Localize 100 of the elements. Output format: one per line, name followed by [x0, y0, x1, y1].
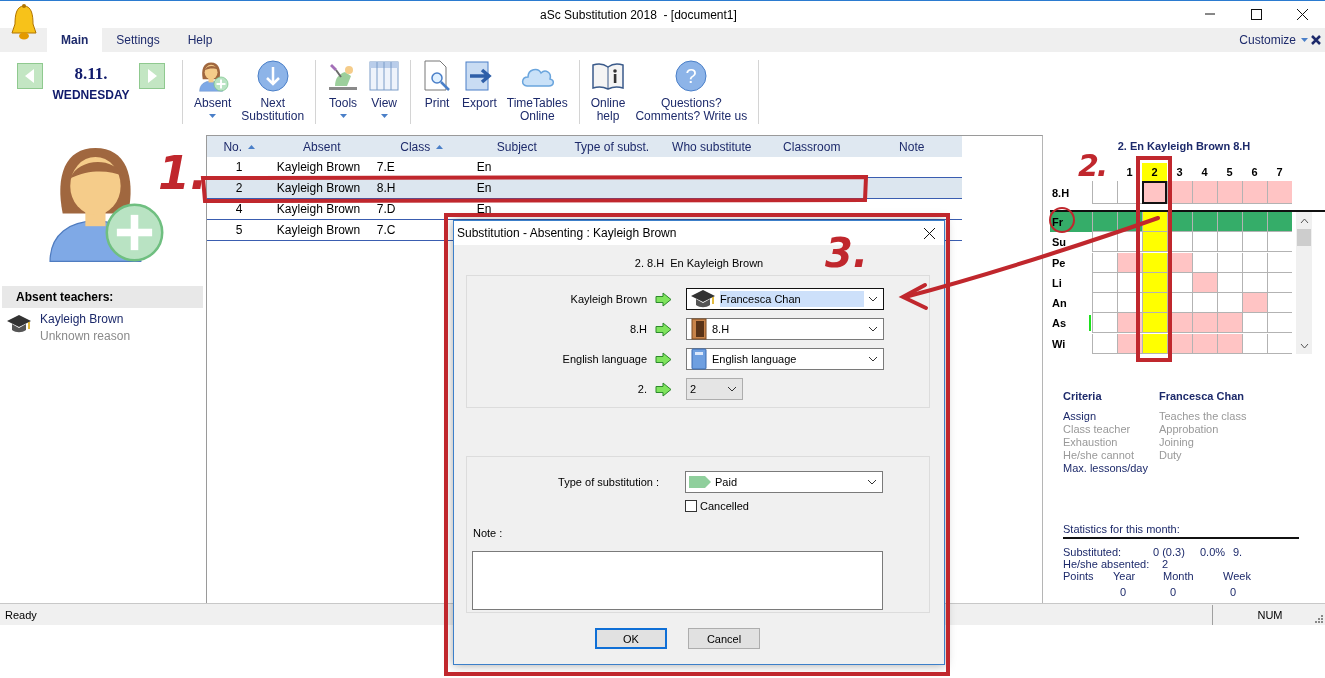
toolbar-button[interactable]: Next Substitution: [237, 60, 309, 123]
stat-value: 9.: [1233, 546, 1243, 558]
column-header[interactable]: Classroom: [783, 139, 841, 154]
toolbar-button[interactable]: ? Questions? Comments? Write us: [631, 60, 752, 123]
dropdown-field[interactable]: Paid: [685, 470, 883, 493]
teacher-name[interactable]: Kayleigh Brown: [40, 312, 131, 326]
row-label[interactable]: 8.H: [1050, 181, 1092, 204]
toolbar-button[interactable]: Online help: [586, 60, 630, 123]
toolbar-button[interactable]: Tools: [323, 60, 364, 118]
person-add-icon: [196, 60, 229, 92]
chevron-down-icon: [1299, 342, 1309, 349]
table-cell-text: 1: [234, 159, 244, 176]
caret-icon: [380, 114, 388, 118]
dropdown-field[interactable]: 2: [686, 378, 743, 400]
close-icon: [1311, 35, 1321, 45]
chevron-down-icon: [868, 326, 878, 332]
field-label: Kayleigh Brown: [569, 293, 647, 305]
column-header[interactable]: Class: [400, 139, 431, 154]
criteria-heading: Criteria: [1063, 390, 1103, 403]
column-header[interactable]: Who substitute: [672, 139, 752, 154]
door-icon: [690, 318, 708, 340]
caret-icon: [1301, 38, 1308, 42]
menu-tab[interactable]: Settings: [102, 28, 174, 52]
period-header[interactable]: 3: [1167, 163, 1192, 181]
dialog-button[interactable]: OK: [595, 628, 667, 649]
field-label: Note :: [473, 527, 504, 539]
row-label[interactable]: Li: [1050, 272, 1092, 293]
row-label[interactable]: Wi: [1050, 333, 1092, 354]
section-header: Absent teachers:: [2, 286, 203, 308]
period-header[interactable]: 6: [1242, 163, 1267, 181]
timetable-title: 2. En Kayleigh Brown 8.H: [1116, 140, 1252, 154]
period-header[interactable]: 7: [1267, 163, 1292, 181]
date-text: 8.11.: [74, 64, 108, 84]
row-label[interactable]: An: [1050, 293, 1092, 314]
chevron-down-icon: [868, 356, 878, 362]
dropdown-field[interactable]: 8.H: [686, 318, 884, 340]
next-day-button[interactable]: [139, 63, 165, 89]
toolbar-button[interactable]: Absent: [190, 60, 236, 118]
menu-tab[interactable]: Main: [47, 28, 103, 52]
period-header[interactable]: 5: [1217, 163, 1242, 181]
selected-slot[interactable]: [1242, 212, 1267, 232]
field-label: 2.: [636, 383, 647, 395]
stat-label: Week: [1223, 570, 1251, 582]
period-header[interactable]: 4: [1192, 163, 1217, 181]
checkbox-label[interactable]: Cancelled: [700, 500, 749, 512]
sort-ascending-icon: [248, 144, 256, 149]
current-slot[interactable]: [1142, 181, 1167, 204]
column-header[interactable]: No.: [223, 139, 243, 154]
arrow-icon: [655, 381, 672, 397]
stat-value: 0: [1230, 586, 1237, 598]
stat-value: 0: [1120, 586, 1128, 598]
maximize-icon: [1250, 9, 1262, 20]
stat-label: Year: [1113, 570, 1137, 582]
column-header[interactable]: Absent: [303, 139, 341, 154]
chevron-down-icon: [727, 386, 737, 392]
period-header[interactable]: 1: [1117, 163, 1142, 181]
column-header[interactable]: Type of subst.: [574, 139, 650, 154]
toolbar-button[interactable]: View: [365, 60, 404, 118]
arrow-icon: [655, 291, 672, 307]
column-header[interactable]: Note: [899, 139, 925, 154]
dropdown-field[interactable]: Francesca Chan: [686, 288, 884, 310]
toolbar-button[interactable]: Export: [458, 60, 501, 110]
row-label[interactable]: Pe: [1050, 252, 1092, 273]
criterion[interactable]: Max. lessons/day: [1063, 462, 1159, 475]
field-label: Type of substitution :: [557, 475, 659, 488]
previous-day-button[interactable]: [17, 63, 43, 89]
period-header[interactable]: 2: [1142, 163, 1167, 181]
criterion[interactable]: Assign: [1063, 410, 1159, 423]
stat-label: Points: [1063, 570, 1095, 582]
customize-link[interactable]: Customize: [1239, 33, 1296, 47]
dialog-title: Substitution - Absenting : Kayleigh Brown: [457, 226, 678, 240]
caret-icon: [339, 114, 347, 118]
dropdown-field[interactable]: English language: [686, 348, 884, 370]
menu-tab[interactable]: Help: [173, 28, 227, 52]
stat-value: 0: [1170, 586, 1178, 598]
column-header[interactable]: Subject: [496, 139, 537, 154]
field-label: English language: [561, 353, 647, 365]
table-cell-text: En: [475, 201, 493, 218]
chevron-down-icon: [868, 296, 878, 302]
annotation-number: 1.: [158, 150, 208, 196]
table-cell-text: 5: [234, 222, 244, 239]
arrow-icon: [655, 321, 672, 337]
selected-slot[interactable]: [1217, 212, 1242, 232]
dialog-button[interactable]: Cancel: [688, 628, 760, 649]
scrollbar-thumb[interactable]: [1297, 229, 1311, 246]
scrollbar[interactable]: [1296, 212, 1312, 354]
note-field[interactable]: [472, 551, 883, 610]
checkbox[interactable]: [685, 500, 697, 512]
table-cell-text: 4: [234, 201, 244, 218]
toolbar-button[interactable]: TimeTables Online: [502, 60, 572, 123]
row-label[interactable]: Su: [1050, 232, 1092, 253]
status-indicator: NUM: [1256, 608, 1284, 621]
triangle-right-icon: [147, 69, 157, 83]
field-label: 8.H: [628, 323, 647, 335]
row-label[interactable]: As: [1050, 313, 1092, 334]
toolbar-button[interactable]: Print: [418, 60, 457, 110]
table-icon: [369, 60, 400, 92]
caret-icon: [209, 114, 217, 118]
selected-slot[interactable]: [1267, 212, 1292, 232]
table-cell-text: Kayleigh Brown: [275, 201, 362, 218]
